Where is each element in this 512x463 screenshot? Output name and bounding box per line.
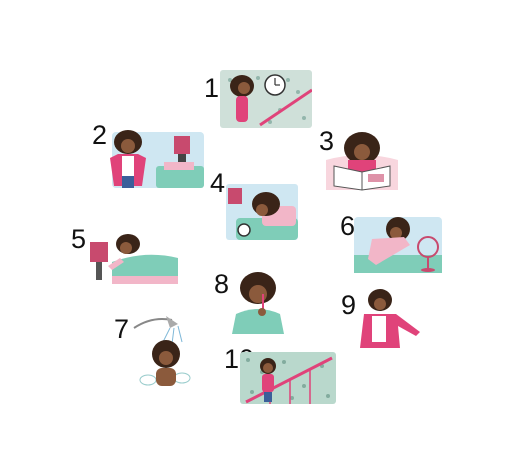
panel-number-9: 9 [341,290,357,320]
panel-number-7: 7 [114,314,130,344]
panel-number-4: 4 [210,168,226,198]
panel-number-5: 5 [71,224,87,254]
scene-stairs-clock [220,70,312,132]
scene-shower [132,314,192,390]
scene-sleeping-alarm [226,184,298,242]
scene-stretching-fan [352,215,442,275]
scene-turning-off-lamp [90,232,178,286]
scene-putting-on-jacket [356,286,422,354]
scene-going-downstairs [240,352,336,406]
scene-bed-waking [104,130,206,194]
scene-reading-in-bed [322,130,402,192]
scene-brushing-teeth [226,272,290,334]
panel-number-1: 1 [204,73,220,103]
